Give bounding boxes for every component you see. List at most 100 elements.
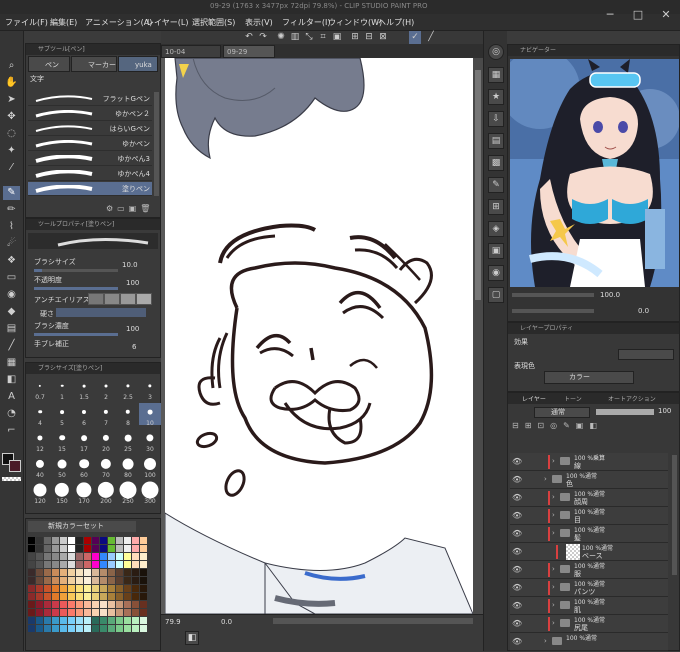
color-swatch[interactable]: [52, 617, 59, 624]
eye-icon[interactable]: 👁: [512, 583, 522, 592]
brush-size-option[interactable]: 6: [73, 403, 95, 427]
color-swatch[interactable]: [60, 609, 67, 616]
color-swatch[interactable]: [28, 537, 35, 544]
balloon-material-icon[interactable]: ◉: [488, 265, 504, 281]
canvas-hscroll[interactable]: [273, 618, 473, 624]
color-swatch[interactable]: [44, 609, 51, 616]
color-swatch[interactable]: [68, 561, 75, 568]
hand-tool-icon[interactable]: ✋: [3, 76, 20, 90]
color-swatch[interactable]: [108, 569, 115, 576]
antialias-selector[interactable]: [88, 293, 152, 305]
color-swatch[interactable]: [28, 609, 35, 616]
auto-select-tool-icon[interactable]: ✦: [3, 144, 20, 158]
color-swatch[interactable]: [28, 593, 35, 600]
color-swatch[interactable]: [132, 577, 139, 584]
layer-row[interactable]: 👁 › 100 %乗算線: [510, 453, 668, 471]
brush-size-option[interactable]: 2.5: [117, 377, 139, 401]
brush-item[interactable]: はらいGペン: [28, 122, 152, 136]
brush-size-option[interactable]: 200: [95, 481, 117, 505]
color-swatch[interactable]: [140, 545, 147, 552]
color-swatch[interactable]: [68, 625, 75, 632]
color-swatch[interactable]: [116, 625, 123, 632]
color-swatch[interactable]: [76, 617, 83, 624]
tone-material-icon[interactable]: ▩: [488, 155, 504, 171]
brush-item[interactable]: ゆかぺん4: [28, 167, 152, 181]
color-swatch[interactable]: [116, 609, 123, 616]
color-swatch[interactable]: [116, 537, 123, 544]
brush-size-option[interactable]: 30: [139, 429, 161, 453]
color-swatch[interactable]: [52, 585, 59, 592]
color-swatch[interactable]: [44, 537, 51, 544]
menu-file[interactable]: ファイル(F): [5, 17, 48, 28]
brush-size-option[interactable]: 4: [29, 403, 51, 427]
image-material-icon[interactable]: ▤: [488, 133, 504, 149]
color-swatch[interactable]: [28, 585, 35, 592]
color-swatch[interactable]: [132, 625, 139, 632]
color-swatch[interactable]: [100, 545, 107, 552]
color-swatch[interactable]: [140, 609, 147, 616]
color-swatch[interactable]: [100, 561, 107, 568]
color-swatch[interactable]: [140, 561, 147, 568]
sub-color-swatch[interactable]: [9, 460, 21, 472]
color-swatch[interactable]: [124, 569, 131, 576]
color-swatch[interactable]: [60, 577, 67, 584]
maximize-button[interactable]: □: [624, 0, 652, 30]
color-swatch[interactable]: [100, 553, 107, 560]
color-swatch[interactable]: [100, 609, 107, 616]
color-swatch[interactable]: [92, 585, 99, 592]
color-swatch[interactable]: [60, 561, 67, 568]
eye-icon[interactable]: 👁: [512, 637, 522, 646]
opacity-value[interactable]: 100: [126, 279, 139, 287]
expand-arrow-icon[interactable]: ›: [552, 493, 555, 501]
brush-size-option[interactable]: 1.5: [73, 377, 95, 401]
subtool-scrollbar[interactable]: [154, 92, 159, 196]
eye-icon[interactable]: 👁: [512, 493, 522, 502]
color-swatch[interactable]: [76, 601, 83, 608]
color-swatch[interactable]: [36, 553, 43, 560]
brush-size-option[interactable]: 40: [29, 455, 51, 479]
color-swatch[interactable]: [124, 617, 131, 624]
color-swatch[interactable]: [52, 545, 59, 552]
brush-size-option[interactable]: 70: [95, 455, 117, 479]
color-swatch[interactable]: [116, 617, 123, 624]
color-swatch[interactable]: [52, 569, 59, 576]
color-swatch[interactable]: [28, 553, 35, 560]
snap-active-icon[interactable]: ✓: [409, 31, 421, 44]
color-set-select[interactable]: 新規カラーセット: [28, 521, 136, 532]
color-swatch[interactable]: [116, 561, 123, 568]
color-swatch[interactable]: [140, 617, 147, 624]
tab-tone[interactable]: トーン: [564, 394, 582, 403]
deselect-icon[interactable]: ⌗: [317, 31, 329, 44]
color-swatch[interactable]: [28, 561, 35, 568]
color-swatch[interactable]: [44, 585, 51, 592]
navigator-icon[interactable]: ◎: [488, 44, 504, 60]
color-swatch[interactable]: [140, 537, 147, 544]
color-swatch[interactable]: [92, 625, 99, 632]
brush-size-option[interactable]: 5: [51, 403, 73, 427]
brush-size-option[interactable]: 50: [51, 455, 73, 479]
color-swatch[interactable]: [52, 553, 59, 560]
color-swatch[interactable]: [60, 585, 67, 592]
text-tool-icon[interactable]: A: [3, 390, 20, 404]
color-swatch[interactable]: [108, 609, 115, 616]
color-swatch[interactable]: [44, 553, 51, 560]
color-swatch[interactable]: [36, 569, 43, 576]
expression-color-select[interactable]: カラー: [544, 371, 634, 384]
subtool-footer-icons[interactable]: ⚙▭▣🗑: [106, 204, 158, 214]
color-swatch[interactable]: [132, 601, 139, 608]
angle-readout[interactable]: 0.0: [221, 618, 232, 626]
eyedropper-tool-icon[interactable]: ⁄: [3, 161, 20, 175]
color-swatch[interactable]: [44, 577, 51, 584]
color-swatch[interactable]: [124, 545, 131, 552]
color-swatch[interactable]: [36, 545, 43, 552]
color-swatch[interactable]: [92, 617, 99, 624]
color-swatch[interactable]: [68, 601, 75, 608]
subtool-tab-yuka[interactable]: yuka: [118, 56, 158, 72]
favorite-icon[interactable]: ★: [488, 89, 504, 105]
color-swatch[interactable]: [92, 545, 99, 552]
color-swatch[interactable]: [44, 545, 51, 552]
subtool-tab-marker[interactable]: マーカー: [71, 56, 117, 72]
density-value[interactable]: 100: [126, 325, 139, 333]
scale-icon[interactable]: ⤡: [303, 31, 315, 44]
menu-animation[interactable]: アニメーション(A): [85, 17, 152, 28]
